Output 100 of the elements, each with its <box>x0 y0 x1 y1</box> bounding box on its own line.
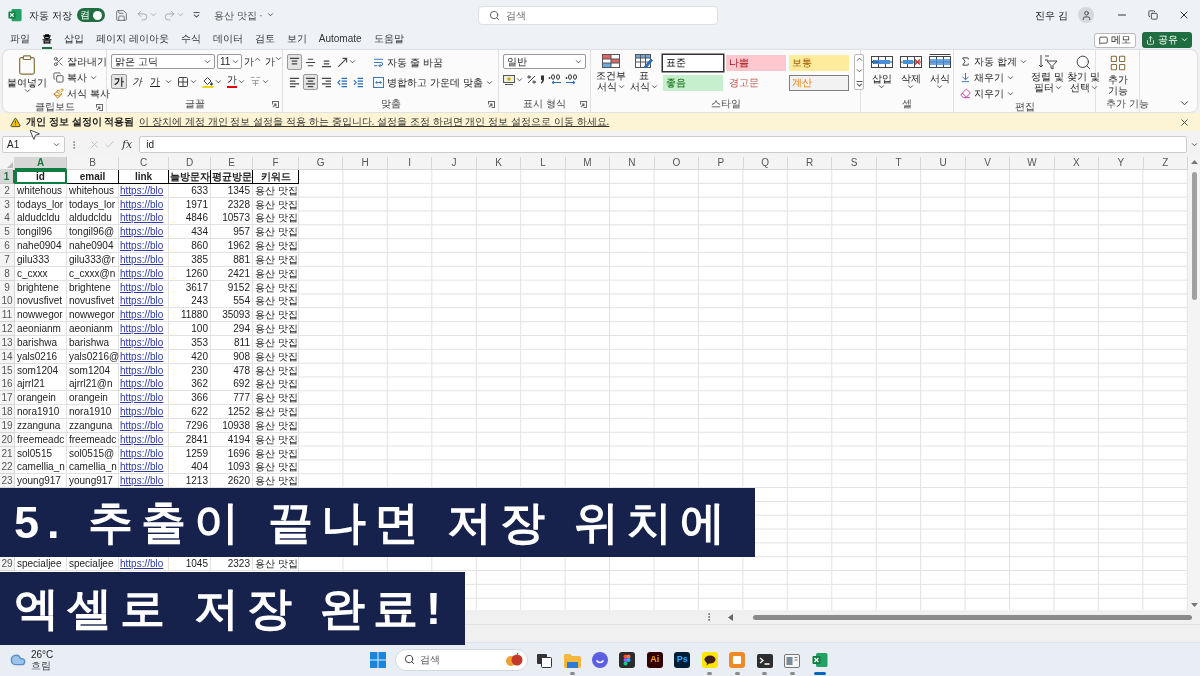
column-header[interactable]: A <box>15 157 67 170</box>
link[interactable]: https://blo <box>120 475 164 487</box>
fill-color-button[interactable] <box>202 75 222 88</box>
borders-button[interactable] <box>177 75 197 88</box>
link[interactable]: https://blo <box>120 240 164 252</box>
link[interactable]: https://blo <box>120 336 164 348</box>
row-header[interactable]: 6 <box>0 239 15 254</box>
app-button[interactable]: Ai <box>646 651 663 668</box>
close-icon[interactable] <box>1179 116 1190 128</box>
font-name-dropdown[interactable]: 맑은 고딕 <box>111 54 215 69</box>
number-format-dropdown[interactable]: 일반 <box>503 54 586 69</box>
column-header[interactable]: C <box>119 157 169 170</box>
underline-button[interactable]: 가 <box>147 74 163 89</box>
column-header[interactable]: V <box>965 157 1011 170</box>
share-button[interactable]: 공유 <box>1142 32 1192 48</box>
grow-font-button[interactable]: 가 <box>244 56 261 67</box>
customize-toolbar-icon[interactable] <box>192 12 200 18</box>
dialog-launcher-icon[interactable] <box>488 100 495 108</box>
accounting-format-button[interactable] <box>503 74 523 85</box>
link[interactable]: https://blo <box>120 309 164 321</box>
ribbon-tab[interactable]: 삽입 <box>64 31 84 49</box>
cell-style-option[interactable]: 보통 <box>789 55 849 71</box>
scroll-left-icon[interactable] <box>728 613 733 621</box>
row-header[interactable]: 1 <box>0 170 15 184</box>
sort-filter-button[interactable]: 정렬 및 필터 <box>1030 54 1065 101</box>
ribbon-tab[interactable]: 도움말 <box>373 31 404 49</box>
ribbon-tab[interactable]: 데이터 <box>212 31 243 49</box>
merge-center-button[interactable]: 병합하고 가운데 맞춤 <box>371 75 495 90</box>
dialog-launcher-icon[interactable] <box>580 100 587 108</box>
increase-decimal-button[interactable] <box>548 74 562 85</box>
link[interactable]: https://blo <box>120 433 164 445</box>
italic-button[interactable]: 가 <box>129 74 145 89</box>
column-header[interactable]: R <box>787 157 833 170</box>
column-header[interactable]: F <box>253 157 299 170</box>
row-header[interactable]: 12 <box>0 322 15 337</box>
info-link[interactable]: 이 장치에 계정 개인 정보 설정을 적용 하는 중입니다. 설정을 조정 하려면 개인 정보 설정으로 이동 하세요. <box>139 117 610 127</box>
paste-button[interactable]: 붙여넣기 <box>7 54 47 93</box>
cell-style-option[interactable]: 좋음 <box>663 75 723 91</box>
align-top-button[interactable] <box>287 54 302 70</box>
column-header[interactable]: Q <box>743 157 788 170</box>
ribbon-tab[interactable]: 수식 <box>180 31 201 49</box>
more-styles-icon[interactable] <box>855 81 863 87</box>
column-header[interactable]: K <box>476 157 522 170</box>
scrollbar-thumb[interactable] <box>753 614 1192 620</box>
find-select-button[interactable]: 찾기 및 선택 <box>1066 54 1101 101</box>
link[interactable]: https://blo <box>120 419 164 431</box>
link[interactable]: https://blo <box>120 447 164 459</box>
speech-bubble-icon[interactable] <box>701 651 718 668</box>
column-header[interactable]: X <box>1054 157 1100 170</box>
link[interactable]: https://blo <box>120 392 164 404</box>
column-header[interactable]: B <box>67 157 119 170</box>
column-header[interactable]: W <box>1010 157 1055 170</box>
link[interactable]: https://blo <box>120 364 164 376</box>
bold-button[interactable]: 가 <box>111 74 127 89</box>
column-header[interactable]: U <box>921 157 966 170</box>
cut-button[interactable]: 잘라내기 <box>51 54 112 69</box>
search-field[interactable]: 검색 <box>478 5 718 25</box>
cell-style-option[interactable]: 나쁨 <box>726 55 786 71</box>
shapes-tile-icon[interactable] <box>619 651 636 668</box>
wrap-text-button[interactable]: 자동 줄 바꿈 <box>371 55 445 70</box>
conditional-formatting-button[interactable]: 조건부 서식 <box>595 54 627 92</box>
format-as-table-button[interactable]: 표 서식 <box>630 54 658 92</box>
ribbon-tab[interactable]: 페이지 레이아웃 <box>96 31 169 49</box>
format-painter-button[interactable]: 서식 복사 <box>51 86 112 101</box>
window-icon[interactable] <box>784 653 801 668</box>
comma-style-button[interactable] <box>540 75 545 84</box>
link[interactable]: https://blo <box>120 184 164 196</box>
link[interactable]: https://blo <box>120 558 164 570</box>
scroll-up-icon[interactable] <box>1190 160 1198 164</box>
smile-icon[interactable] <box>591 651 608 668</box>
ribbon-tab[interactable]: 검토 <box>254 31 275 49</box>
row-header[interactable]: 10 <box>0 294 15 309</box>
column-header[interactable]: L <box>521 157 566 170</box>
cell-style-option[interactable]: 경고문 <box>726 75 786 91</box>
row-header[interactable]: 22 <box>0 460 15 475</box>
link[interactable]: https://blo <box>120 267 164 279</box>
scrollbar-thumb[interactable] <box>1191 172 1197 300</box>
cells-format-button[interactable]: 서식 <box>926 54 953 89</box>
autosave-toggle[interactable]: 켬 <box>76 8 105 22</box>
column-header[interactable]: T <box>876 157 922 170</box>
row-header[interactable]: 16 <box>0 377 15 392</box>
link[interactable]: https://blo <box>120 350 164 362</box>
memo-button[interactable]: 메모 <box>1094 32 1136 48</box>
ribbon-tab[interactable]: 보기 <box>286 31 307 49</box>
cell-style-option[interactable]: 표준 <box>663 55 723 71</box>
row-header[interactable]: 4 <box>0 211 15 226</box>
column-header[interactable]: I <box>387 157 433 170</box>
link[interactable]: https://blo <box>120 461 164 473</box>
link[interactable]: https://blo <box>120 253 164 265</box>
link[interactable]: https://blo <box>120 281 164 293</box>
ribbon-tab[interactable]: Automate <box>318 31 362 49</box>
avatar-icon[interactable] <box>1078 7 1094 23</box>
link[interactable]: https://blo <box>120 198 164 210</box>
link[interactable]: https://blo <box>120 295 164 307</box>
restore-icon[interactable] <box>1148 10 1158 20</box>
clear-button[interactable]: 지우기 <box>958 86 1029 101</box>
row-header[interactable]: 11 <box>0 308 15 323</box>
shrink-font-button[interactable]: 가 <box>265 56 282 67</box>
percent-button[interactable] <box>526 74 537 85</box>
decrease-decimal-button[interactable] <box>565 74 579 85</box>
